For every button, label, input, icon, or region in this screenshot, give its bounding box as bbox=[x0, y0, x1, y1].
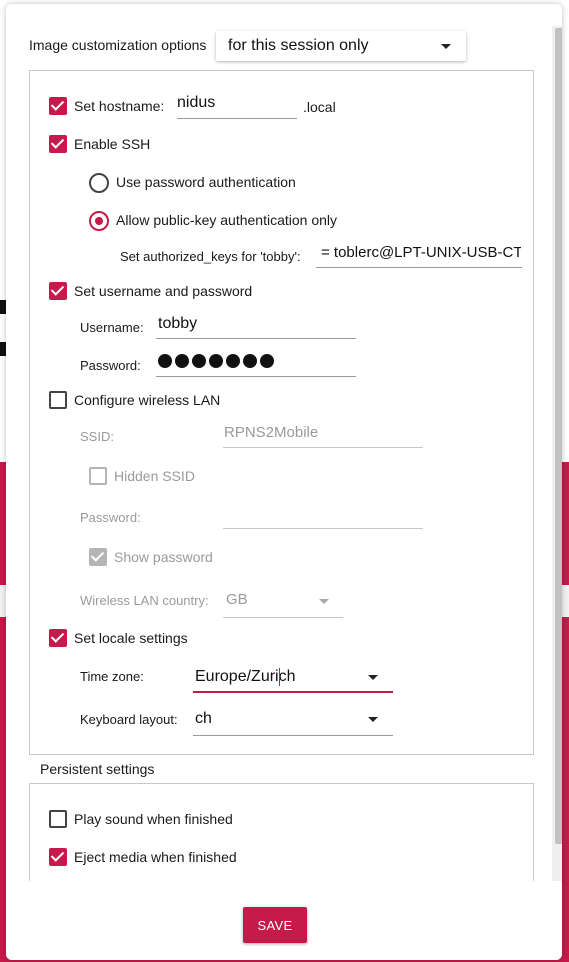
ssh-label: Enable SSH bbox=[74, 136, 151, 152]
show-password-checkbox[interactable] bbox=[89, 548, 107, 566]
image-customization-label: Image customization options bbox=[29, 37, 207, 53]
hostname-suffix: .local bbox=[303, 99, 336, 115]
ssid-underline bbox=[223, 447, 423, 448]
password-dot bbox=[226, 354, 240, 368]
wifi-checkbox[interactable] bbox=[49, 391, 67, 409]
customization-scope-select[interactable]: for this session only bbox=[216, 31, 466, 61]
authorized-keys-label: Set authorized_keys for 'tobby': bbox=[120, 249, 301, 264]
password-dot bbox=[260, 354, 274, 368]
eject-media-label: Eject media when finished bbox=[74, 849, 237, 865]
wlan-country-value: GB bbox=[226, 591, 248, 608]
scrollbar-thumb[interactable] bbox=[555, 28, 562, 844]
timezone-value: Europe/Zurich bbox=[195, 668, 296, 685]
timezone-underline bbox=[193, 691, 393, 693]
username-field[interactable]: tobby bbox=[158, 315, 197, 333]
wifi-label: Configure wireless LAN bbox=[74, 392, 221, 408]
options-group bbox=[29, 70, 534, 755]
keyboard-label: Keyboard layout: bbox=[80, 712, 178, 727]
ssid-label: SSID: bbox=[80, 429, 114, 444]
pubkey-auth-label: Allow public-key authentication only bbox=[116, 212, 338, 228]
show-password-label: Show password bbox=[114, 549, 213, 565]
eject-media-checkbox[interactable] bbox=[49, 848, 67, 866]
password-auth-radio[interactable] bbox=[89, 173, 109, 193]
password-label: Password: bbox=[80, 358, 141, 373]
user-password-label: Set username and password bbox=[74, 283, 253, 299]
keyboard-select[interactable]: ch bbox=[193, 703, 393, 735]
text-cursor bbox=[279, 668, 280, 686]
locale-label: Set locale settings bbox=[74, 630, 188, 646]
save-button[interactable]: SAVE bbox=[243, 907, 307, 943]
locale-checkbox[interactable] bbox=[49, 629, 67, 647]
password-dot bbox=[192, 354, 206, 368]
play-sound-checkbox[interactable] bbox=[49, 810, 67, 828]
password-dot bbox=[209, 354, 223, 368]
persistent-settings-title: Persistent settings bbox=[40, 761, 155, 777]
hostname-underline bbox=[177, 118, 297, 119]
timezone-select[interactable]: Europe/Zurich bbox=[193, 660, 393, 694]
hostname-label: Set hostname: bbox=[74, 98, 165, 114]
password-dot bbox=[243, 354, 257, 368]
username-label: Username: bbox=[80, 320, 144, 335]
pubkey-auth-radio[interactable] bbox=[89, 211, 109, 231]
wlan-country-underline bbox=[223, 617, 343, 618]
username-underline bbox=[156, 338, 356, 339]
hidden-ssid-checkbox[interactable] bbox=[89, 467, 107, 485]
wifi-password-label: Password: bbox=[80, 510, 141, 525]
chevron-down-icon bbox=[368, 675, 378, 680]
password-auth-label: Use password authentication bbox=[116, 174, 296, 190]
customization-scope-value: for this session only bbox=[228, 37, 369, 54]
password-field[interactable] bbox=[158, 354, 274, 368]
advanced-options-dialog: Image customization options for this ses… bbox=[6, 4, 562, 960]
play-sound-label: Play sound when finished bbox=[74, 811, 233, 827]
chevron-down-icon bbox=[441, 44, 451, 49]
keyboard-underline bbox=[193, 735, 393, 736]
hostname-checkbox[interactable] bbox=[49, 97, 67, 115]
password-dot bbox=[158, 354, 172, 368]
password-dot bbox=[175, 354, 189, 368]
keyboard-value: ch bbox=[195, 710, 212, 727]
wlan-country-select[interactable]: GB bbox=[223, 588, 343, 618]
chevron-down-icon bbox=[368, 717, 378, 722]
authorized-keys-field[interactable]: = toblerc@LPT-UNIX-USB-CT bbox=[321, 244, 521, 261]
wifi-password-underline bbox=[223, 528, 423, 529]
timezone-label: Time zone: bbox=[80, 669, 144, 684]
user-password-checkbox[interactable] bbox=[49, 282, 67, 300]
chevron-down-icon bbox=[319, 599, 329, 604]
ssid-field[interactable]: RPNS2Mobile bbox=[224, 424, 318, 441]
authorized-keys-underline bbox=[316, 267, 522, 268]
wlan-country-label: Wireless LAN country: bbox=[80, 593, 209, 608]
password-underline bbox=[156, 376, 356, 377]
ssh-checkbox[interactable] bbox=[49, 135, 67, 153]
hostname-field[interactable]: nidus bbox=[177, 94, 215, 112]
hidden-ssid-label: Hidden SSID bbox=[114, 468, 195, 484]
